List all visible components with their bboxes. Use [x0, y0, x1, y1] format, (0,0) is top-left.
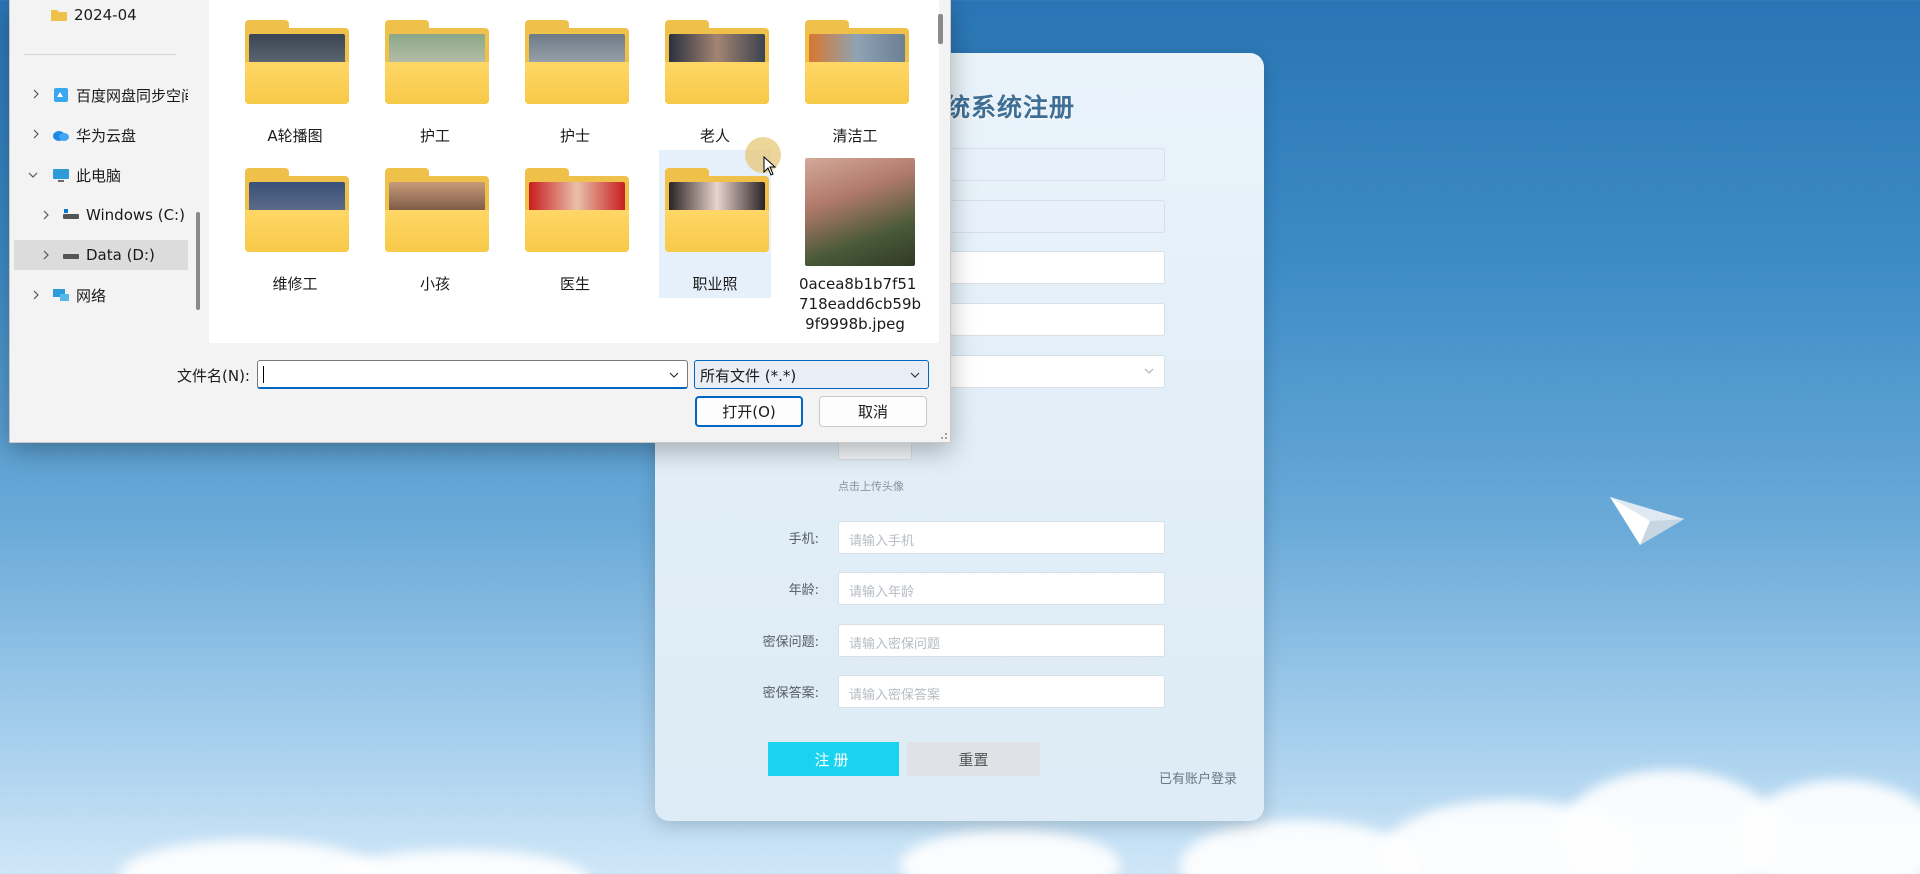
folder-item[interactable]: 维修工: [239, 164, 351, 302]
folder-icon: [385, 168, 489, 252]
cancel-button[interactable]: 取消: [819, 396, 927, 427]
item-label: 维修工: [272, 275, 318, 293]
security-question-input[interactable]: 请输入密保问题: [838, 624, 1165, 657]
reset-button[interactable]: 重置: [907, 742, 1040, 776]
image-file-item[interactable]: 0acea8b1b7f51 718eadd6cb59b 9f9998b.jpeg: [799, 154, 922, 334]
filename-input[interactable]: [257, 360, 688, 389]
nav-scrollbar[interactable]: [196, 212, 200, 310]
nav-divider: [24, 54, 176, 55]
file-open-dialog: 2024-04 百度网盘同步空间 华为云盘 此电脑 Windows (C:) D…: [9, 0, 951, 443]
chevron-right-icon[interactable]: [40, 249, 52, 261]
upload-avatar-hint[interactable]: 点击上传头像: [838, 478, 904, 494]
age-input[interactable]: 请输入年龄: [838, 572, 1165, 605]
cloud-icon: [53, 131, 69, 141]
register-title: 统系统注册: [945, 93, 1076, 122]
mouse-pointer-icon: [763, 156, 777, 176]
nav-item-windows-c[interactable]: Windows (C:): [62, 200, 188, 230]
item-label: 小孩: [419, 275, 450, 293]
phone-label: 手机:: [788, 532, 819, 547]
folder-icon: [525, 168, 629, 252]
cloud: [1180, 820, 1420, 874]
nav-item-this-pc[interactable]: 此电脑: [52, 160, 188, 190]
item-label: 护工: [419, 127, 450, 145]
drive-icon: [63, 254, 79, 259]
chevron-down-icon[interactable]: [27, 169, 39, 181]
nav-item-2024-04[interactable]: 2024-04: [50, 0, 180, 30]
computer-icon: [53, 169, 69, 182]
folder-icon: [665, 168, 769, 252]
cloud: [900, 830, 1120, 874]
chevron-down-icon: [910, 372, 920, 378]
resize-grip-icon[interactable]: [938, 430, 948, 440]
open-button[interactable]: 打开(O): [695, 396, 803, 427]
nav-item-network[interactable]: 网络: [52, 280, 188, 310]
item-label: 护士: [559, 127, 590, 145]
image-thumbnail: [805, 158, 915, 266]
paper-plane-icon: [1610, 497, 1684, 545]
network-icon: [53, 289, 69, 301]
item-label: 职业照: [692, 275, 738, 293]
nav-item-label: 此电脑: [76, 166, 122, 185]
folder-item[interactable]: 清洁工: [799, 16, 911, 154]
security-answer-label: 密保答案:: [762, 686, 819, 701]
drive-icon: [63, 209, 79, 219]
chevron-down-icon: [1144, 368, 1154, 374]
folder-icon: [51, 10, 67, 21]
navigation-pane: 2024-04 百度网盘同步空间 华为云盘 此电脑 Windows (C:) D…: [10, 0, 188, 343]
content-scrollbar[interactable]: [938, 14, 943, 44]
nav-item-label: Data (D:): [86, 246, 155, 264]
item-label-line: 9f9998b.jpeg: [805, 315, 905, 333]
folder-item[interactable]: 医生: [519, 164, 631, 302]
security-question-label: 密保问题:: [762, 635, 819, 650]
folder-icon: [525, 20, 629, 104]
chevron-right-icon[interactable]: [40, 209, 52, 221]
item-label: 医生: [559, 275, 590, 293]
nav-item-label: Windows (C:): [86, 206, 185, 224]
nav-item-huawei[interactable]: 华为云盘: [52, 120, 188, 150]
cloud: [330, 850, 590, 874]
folder-icon: [805, 20, 909, 104]
nav-item-label: 2024-04: [74, 6, 137, 24]
folder-item[interactable]: A轮播图: [239, 16, 351, 154]
register-button[interactable]: 注册: [768, 742, 899, 776]
baidu-netdisk-icon: [54, 88, 68, 102]
filetype-select[interactable]: 所有文件 (*.*): [694, 360, 929, 389]
security-answer-input[interactable]: 请输入密保答案: [838, 675, 1165, 708]
item-label: 清洁工: [832, 127, 878, 145]
item-label: A轮播图: [267, 127, 323, 145]
file-list-pane: A轮播图 护工 护士 老人 清洁工 维修工 小孩 医生 职业照 0acea8b1…: [209, 0, 939, 343]
chevron-right-icon[interactable]: [30, 289, 42, 301]
folder-item-selected[interactable]: 职业照: [659, 150, 771, 298]
folder-item[interactable]: 护工: [379, 16, 491, 154]
folder-icon: [245, 168, 349, 252]
folder-icon: [385, 20, 489, 104]
filename-label: 文件名(N):: [177, 367, 250, 385]
nav-item-label: 华为云盘: [76, 126, 137, 145]
item-label-line: 718eadd6cb59b: [799, 295, 922, 313]
folder-item[interactable]: 老人: [659, 16, 771, 154]
chevron-down-icon[interactable]: [669, 370, 679, 380]
chevron-right-icon[interactable]: [30, 88, 42, 100]
nav-item-baidu[interactable]: 百度网盘同步空间: [52, 80, 188, 110]
filetype-value: 所有文件 (*.*): [700, 367, 797, 385]
chevron-right-icon[interactable]: [30, 128, 42, 140]
folder-icon: [665, 20, 769, 104]
age-label: 年龄:: [788, 583, 819, 598]
text-caret: [263, 366, 264, 383]
cloud: [1740, 780, 1920, 874]
phone-input[interactable]: 请输入手机: [838, 521, 1165, 554]
folder-icon: [245, 20, 349, 104]
folder-item[interactable]: 小孩: [379, 164, 491, 302]
nav-item-label: 网络: [76, 286, 107, 305]
nav-item-label: 百度网盘同步空间: [76, 86, 188, 105]
folder-item[interactable]: 护士: [519, 16, 631, 154]
login-link[interactable]: 已有账户登录: [1159, 768, 1237, 787]
item-label-line: 0acea8b1b7f51: [799, 275, 917, 293]
